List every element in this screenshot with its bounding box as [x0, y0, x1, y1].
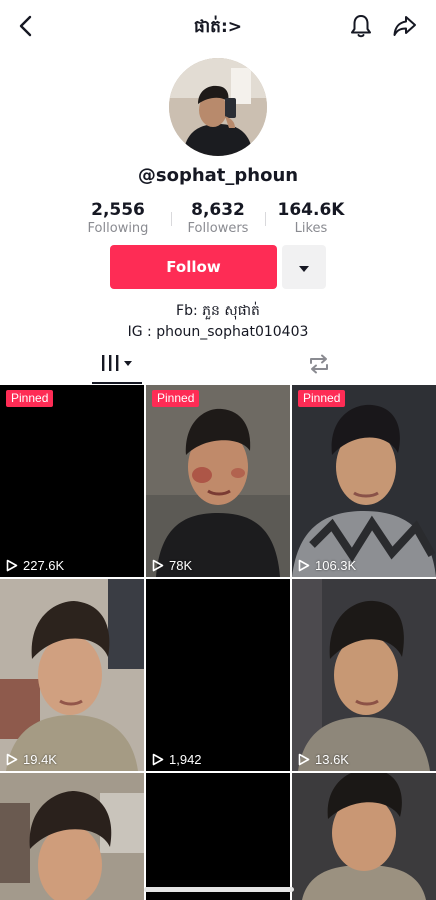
followers-count: 8,632 — [191, 200, 245, 220]
play-icon — [6, 753, 18, 766]
notifications-button[interactable] — [346, 13, 376, 43]
likes-count: 164.6K — [277, 200, 345, 220]
content-tabs — [0, 348, 436, 384]
video-thumbnail — [292, 385, 436, 577]
video-thumbnail — [292, 773, 436, 900]
caret-down-icon — [298, 258, 310, 277]
view-count: 78K — [152, 558, 192, 573]
bio-facebook-line: Fb: ភួន សុផាត់ — [176, 303, 260, 319]
followers-label: Followers — [187, 221, 249, 236]
view-count-text: 1,942 — [169, 752, 202, 767]
avatar[interactable] — [169, 58, 267, 156]
play-icon — [298, 753, 310, 766]
video-tile[interactable]: Pinned 78K — [146, 385, 290, 577]
play-icon — [6, 559, 18, 572]
video-thumbnail — [0, 385, 144, 577]
tab-videos[interactable] — [92, 348, 142, 384]
back-button[interactable] — [12, 14, 40, 42]
view-count-text: 227.6K — [23, 558, 65, 573]
profile-bio: Fb: ភួន សុផាត់ IG : phoun_sophat010403 — [0, 301, 436, 343]
pinned-badge: Pinned — [152, 390, 200, 407]
video-tile[interactable] — [292, 773, 436, 900]
top-bar: ផាត់:> — [0, 0, 436, 56]
video-tile[interactable]: Pinned 227.6K — [0, 385, 144, 577]
profile-stats: 2,556 Following 8,632 Followers 164.6K L… — [68, 200, 368, 240]
video-tile[interactable]: 19.4K — [0, 579, 144, 771]
share-arrow-icon — [392, 14, 418, 42]
view-count-text: 13.6K — [315, 752, 349, 767]
avatar-photo — [169, 58, 267, 156]
bell-icon — [349, 13, 373, 43]
video-tile[interactable]: 1,942 — [146, 579, 290, 771]
followers-stat[interactable]: 8,632 Followers — [168, 200, 268, 238]
following-label: Following — [87, 221, 149, 236]
share-button[interactable] — [390, 13, 420, 43]
video-tile[interactable] — [146, 773, 290, 900]
play-icon — [152, 753, 164, 766]
chevron-left-icon — [18, 15, 34, 41]
video-tile[interactable]: 13.6K — [292, 579, 436, 771]
video-thumbnail — [146, 773, 290, 900]
grid-videos-icon — [100, 353, 134, 377]
play-icon — [298, 559, 310, 572]
view-count: 106.3K — [298, 558, 356, 573]
repost-icon — [307, 353, 331, 379]
suggested-accounts-button[interactable] — [282, 245, 326, 289]
view-count: 227.6K — [6, 558, 64, 573]
view-count-text: 106.3K — [315, 558, 357, 573]
profile-username: @sophat_phoun — [137, 165, 299, 186]
view-count: 13.6K — [298, 752, 349, 767]
pinned-badge: Pinned — [6, 390, 54, 407]
tab-reposts[interactable] — [296, 348, 342, 384]
view-count-text: 19.4K — [23, 752, 57, 767]
video-thumbnail — [292, 579, 436, 771]
video-thumbnail — [146, 579, 290, 771]
video-tile[interactable]: Pinned 106.3K — [292, 385, 436, 577]
bio-instagram-line: IG : phoun_sophat010403 — [127, 324, 309, 340]
pinned-badge: Pinned — [298, 390, 346, 407]
view-count-text: 78K — [169, 558, 193, 573]
following-stat[interactable]: 2,556 Following — [68, 200, 168, 238]
view-count: 19.4K — [6, 752, 57, 767]
likes-label: Likes — [294, 221, 328, 236]
video-grid: Pinned 227.6K Pinned 78K Pinned 106.3K 1… — [0, 385, 436, 900]
view-count: 1,942 — [152, 752, 202, 767]
likes-stat[interactable]: 164.6K Likes — [261, 200, 361, 238]
play-icon — [152, 559, 164, 572]
home-indicator — [144, 887, 294, 892]
following-count: 2,556 — [91, 200, 145, 220]
video-tile[interactable] — [0, 773, 144, 900]
video-thumbnail — [0, 579, 144, 771]
follow-button[interactable]: Follow — [110, 245, 277, 289]
video-thumbnail — [146, 385, 290, 577]
video-thumbnail — [0, 773, 144, 900]
